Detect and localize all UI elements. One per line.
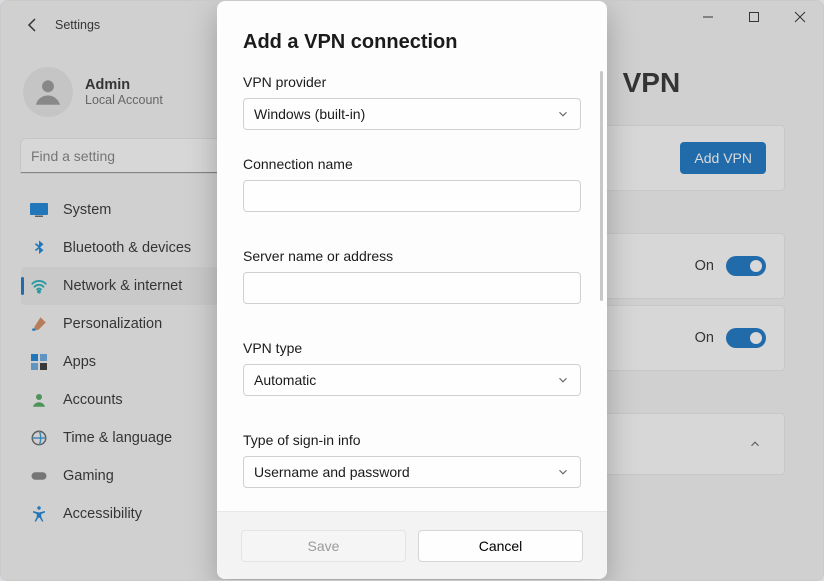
signin-type-label: Type of sign-in info (243, 432, 581, 448)
vpn-provider-label: VPN provider (243, 74, 581, 90)
save-button[interactable]: Save (241, 530, 406, 562)
chevron-down-icon (556, 465, 570, 479)
vpn-type-value: Automatic (254, 372, 316, 388)
dialog-scrollbar[interactable] (600, 71, 603, 301)
server-name-input[interactable] (243, 272, 581, 304)
signin-type-value: Username and password (254, 464, 410, 480)
dialog-footer: Save Cancel (217, 511, 607, 579)
server-name-label: Server name or address (243, 248, 581, 264)
add-vpn-dialog: Add a VPN connection VPN provider Window… (217, 1, 607, 579)
vpn-type-label: VPN type (243, 340, 581, 356)
vpn-type-select[interactable]: Automatic (243, 364, 581, 396)
cancel-button[interactable]: Cancel (418, 530, 583, 562)
dialog-title: Add a VPN connection (243, 31, 581, 54)
settings-window: Settings Admin Local Account (0, 0, 824, 581)
chevron-down-icon (556, 107, 570, 121)
vpn-provider-value: Windows (built-in) (254, 106, 365, 122)
vpn-provider-select[interactable]: Windows (built-in) (243, 98, 581, 130)
signin-type-select[interactable]: Username and password (243, 456, 581, 488)
connection-name-label: Connection name (243, 156, 581, 172)
chevron-down-icon (556, 373, 570, 387)
connection-name-input[interactable] (243, 180, 581, 212)
